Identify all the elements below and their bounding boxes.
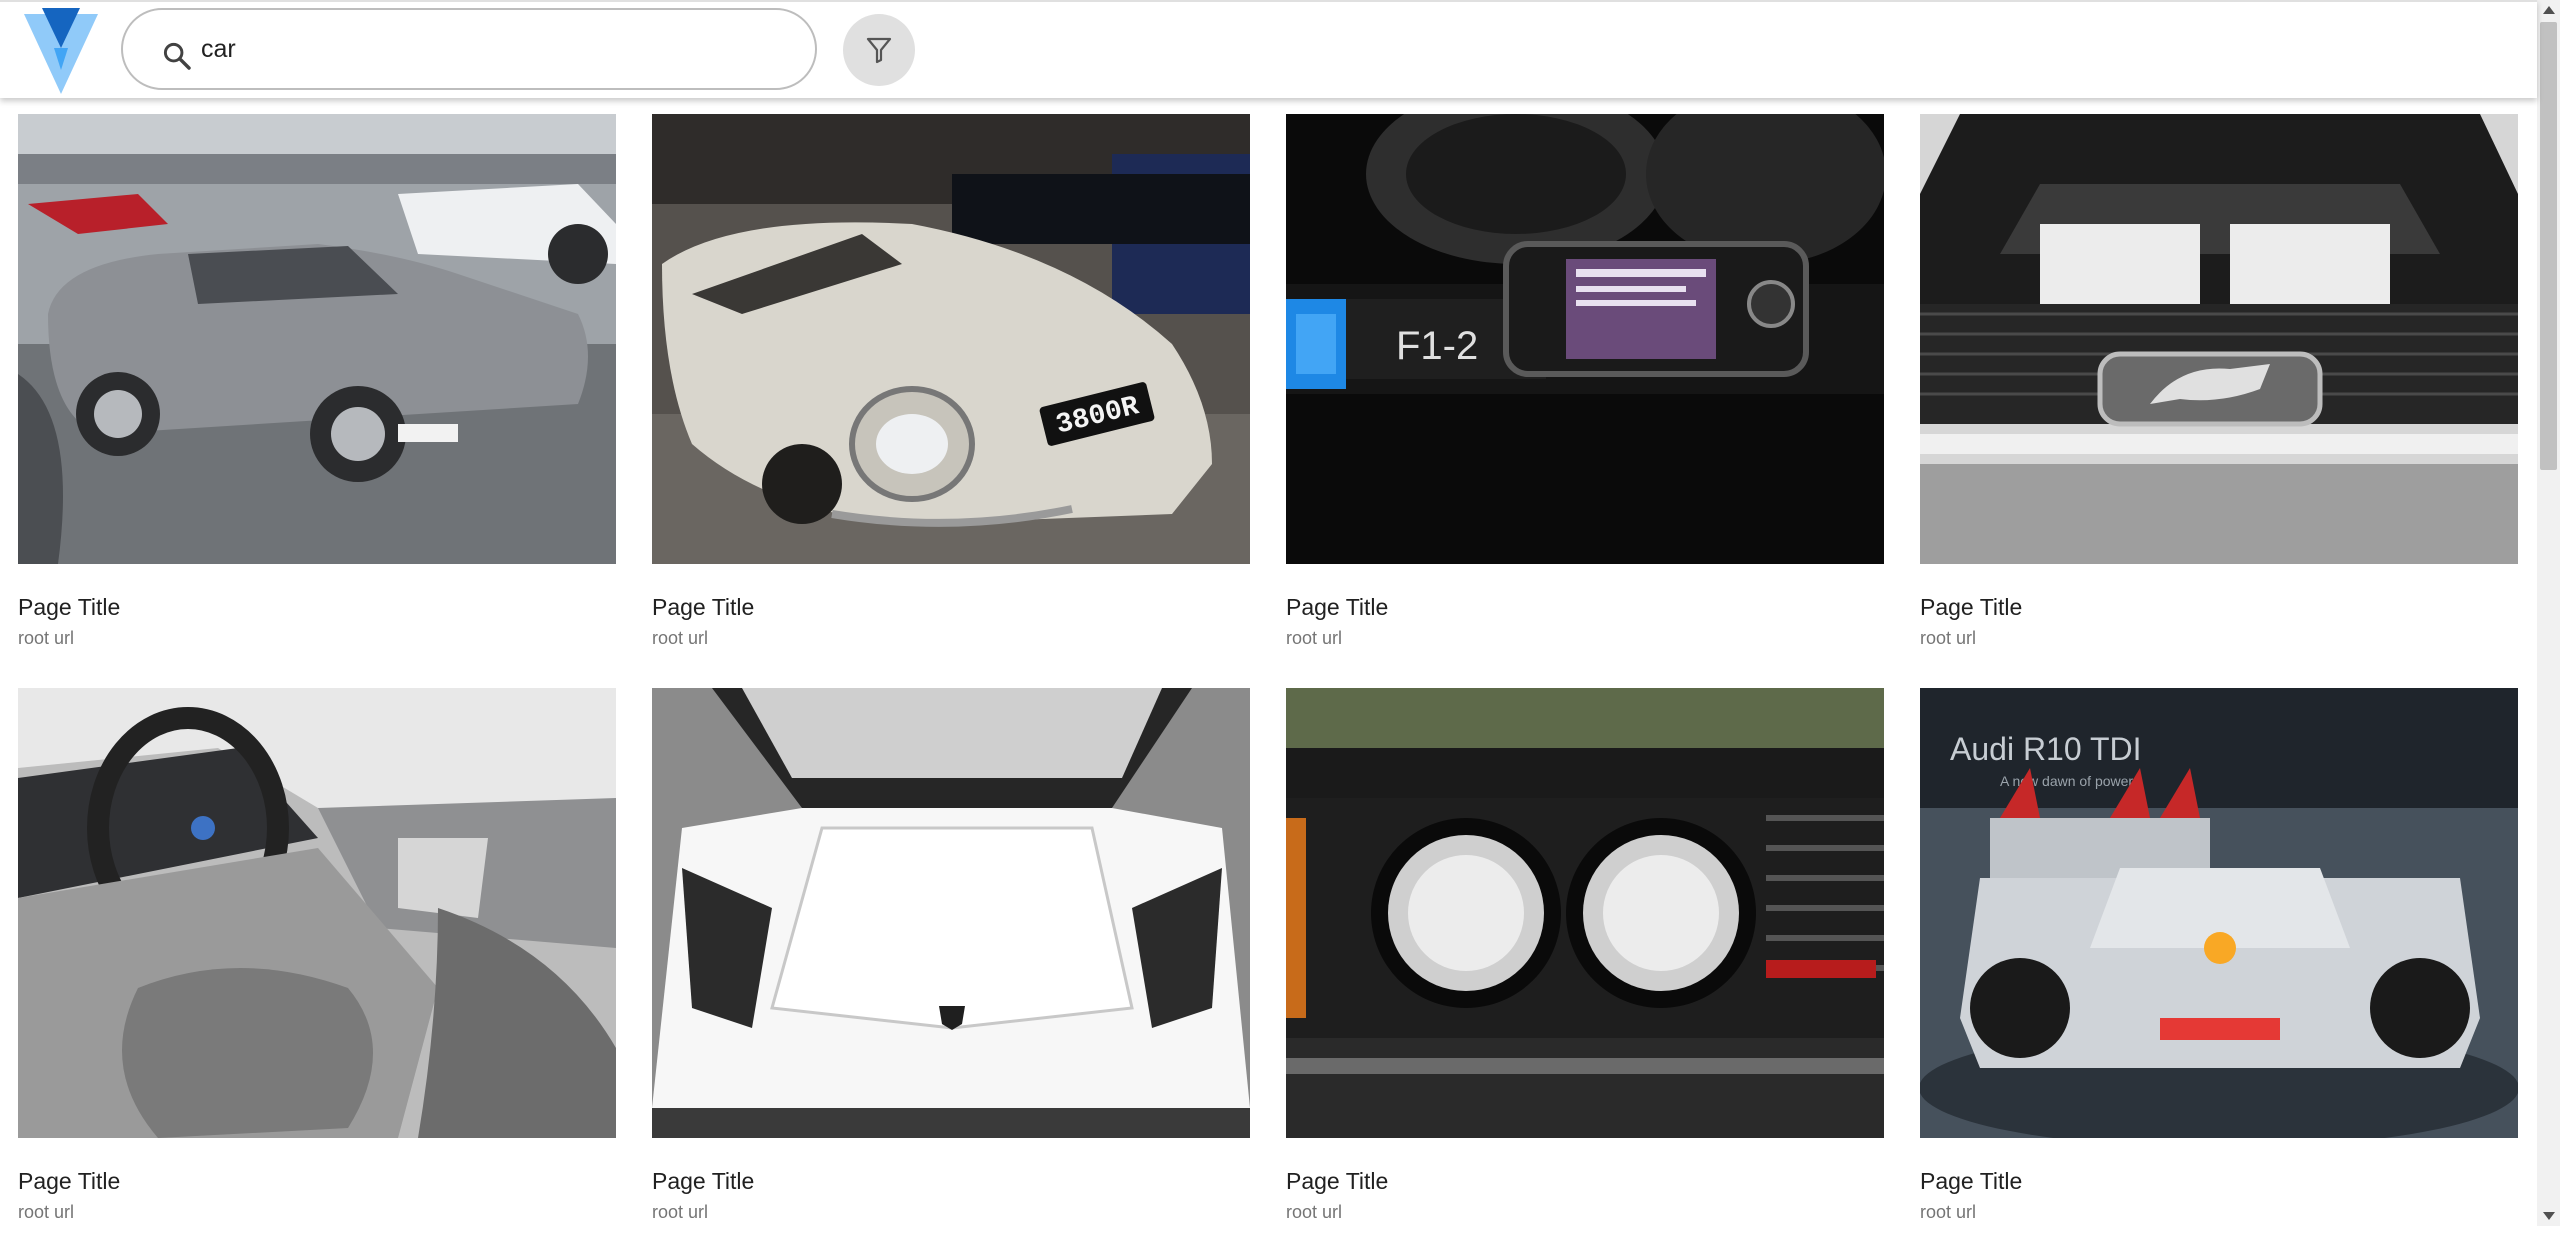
result-thumbnail[interactable] [18, 114, 616, 564]
result-url[interactable]: root url [652, 1202, 708, 1223]
result-card[interactable]: Page Title root url [1286, 688, 1884, 1258]
result-title[interactable]: Page Title [1920, 1168, 2022, 1195]
result-url[interactable]: root url [18, 628, 74, 649]
radio-display-text: F1-2 [1396, 324, 1478, 368]
result-card[interactable]: Audi R10 TDI A new dawn of power Page Ti… [1920, 688, 2518, 1258]
mustang-grille-bw-photo [1920, 114, 2518, 564]
result-title[interactable]: Page Title [18, 1168, 120, 1195]
result-thumbnail[interactable] [1920, 114, 2518, 564]
result-card[interactable]: Page Title root url [652, 688, 1250, 1258]
race-car-display-photo: Audi R10 TDI A new dawn of power [1920, 688, 2518, 1138]
result-thumbnail[interactable] [1286, 688, 1884, 1138]
result-url[interactable]: root url [18, 1202, 74, 1223]
result-title[interactable]: Page Title [652, 594, 754, 621]
result-thumbnail[interactable] [18, 688, 616, 1138]
vertical-scrollbar[interactable] [2537, 0, 2560, 1226]
result-thumbnail[interactable] [652, 688, 1250, 1138]
classic-car-headlights-photo [1286, 688, 1884, 1138]
result-title[interactable]: Page Title [1286, 594, 1388, 621]
car-interior-photo [18, 688, 616, 1138]
display-sign-text: Audi R10 TDI [1950, 731, 2142, 767]
result-thumbnail[interactable]: 3800R [652, 114, 1250, 564]
result-url[interactable]: root url [1920, 1202, 1976, 1223]
app-logo[interactable] [24, 8, 98, 94]
top-bar [0, 0, 2537, 98]
phone-on-car-dashboard-photo: F1-2 [1286, 114, 1884, 564]
result-url[interactable]: root url [652, 628, 708, 649]
filter-button[interactable] [843, 14, 915, 86]
search-input[interactable] [201, 22, 781, 76]
scroll-down-arrow-icon[interactable] [2543, 1212, 2555, 1220]
white-supercar-hood-photo [652, 688, 1250, 1138]
search-icon [163, 42, 191, 70]
silver-sports-coupe-photo [18, 114, 616, 564]
result-card[interactable]: Page Title root url [18, 688, 616, 1258]
search-bar[interactable] [121, 8, 817, 90]
result-url[interactable]: root url [1920, 628, 1976, 649]
result-card[interactable]: Page Title root url [18, 114, 616, 684]
result-thumbnail[interactable]: Audi R10 TDI A new dawn of power [1920, 688, 2518, 1138]
scroll-up-arrow-icon[interactable] [2543, 6, 2555, 14]
scrollbar-thumb[interactable] [2540, 22, 2557, 470]
result-title[interactable]: Page Title [18, 594, 120, 621]
result-card[interactable]: Page Title root url [1920, 114, 2518, 684]
result-thumbnail[interactable]: F1-2 [1286, 114, 1884, 564]
filter-icon [866, 37, 892, 64]
result-card[interactable]: F1-2 Page Title root url [1286, 114, 1884, 684]
result-url[interactable]: root url [1286, 628, 1342, 649]
result-title[interactable]: Page Title [1286, 1168, 1388, 1195]
white-classic-roadster-photo: 3800R [652, 114, 1250, 564]
result-title[interactable]: Page Title [652, 1168, 754, 1195]
result-url[interactable]: root url [1286, 1202, 1342, 1223]
result-title[interactable]: Page Title [1920, 594, 2022, 621]
result-card[interactable]: 3800R Page Title root url [652, 114, 1250, 684]
